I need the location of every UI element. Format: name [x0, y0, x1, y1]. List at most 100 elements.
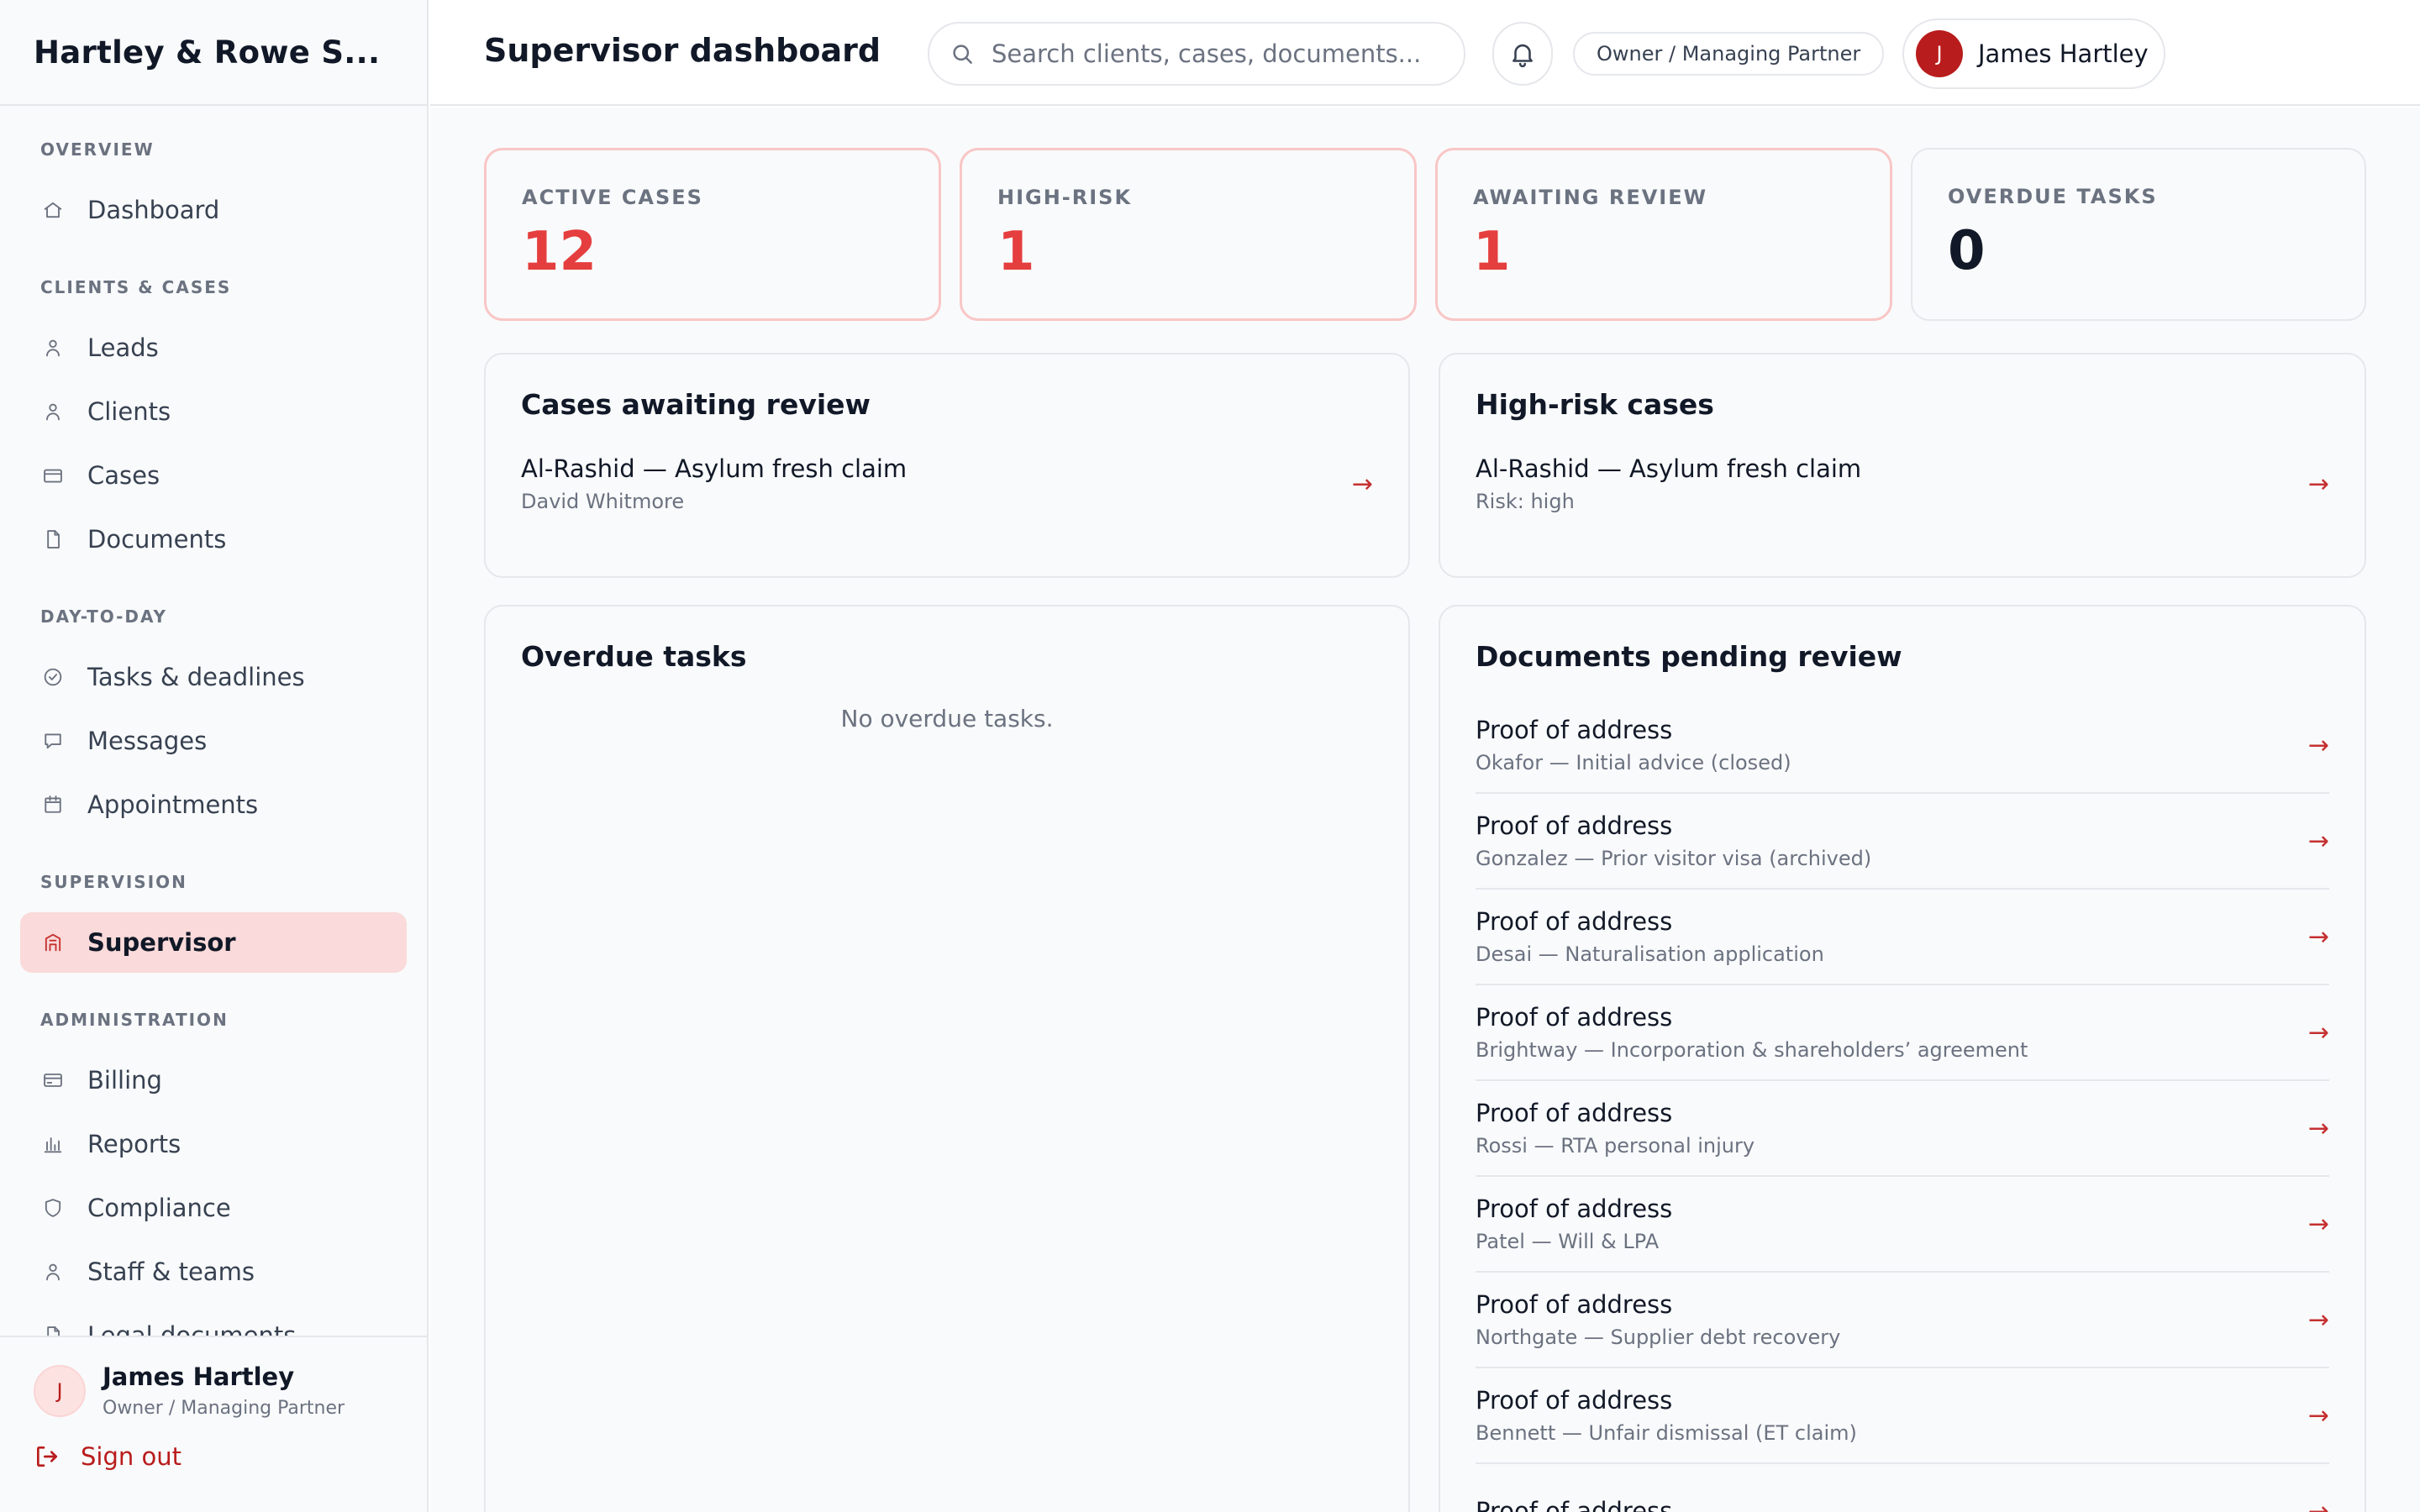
- arrow-right-icon[interactable]: →: [2308, 1497, 2329, 1512]
- search-box[interactable]: [928, 22, 1465, 86]
- list-item-subtitle: Okafor — Initial advice (closed): [1476, 751, 1791, 774]
- list-item[interactable]: Proof of address Northgate — Supplier deb…: [1476, 1273, 2329, 1368]
- sidebar-item-reports[interactable]: Reports: [20, 1114, 407, 1174]
- building-icon: [40, 930, 66, 955]
- sidebar-item-label: Supervisor: [87, 928, 236, 957]
- list-item-title: Proof of address: [1476, 1497, 1673, 1512]
- sidebar-item-clients[interactable]: Clients: [20, 381, 407, 442]
- nav-section-day-to-day: DAY-TO-DAY: [40, 606, 168, 627]
- documents-pending-review-card: Documents pending review Proof of addres…: [1439, 605, 2366, 1512]
- stat-value: 1: [997, 221, 1035, 283]
- list-item[interactable]: Al-Rashid — Asylum fresh claim Risk: high…: [1476, 446, 2329, 522]
- list-item-subtitle: Bennett — Unfair dismissal (ET claim): [1476, 1421, 1857, 1445]
- sidebar-user[interactable]: J James Hartley Owner / Managing Partner: [34, 1362, 393, 1419]
- arrow-right-icon[interactable]: →: [1352, 470, 1373, 499]
- list-item-text: Proof of address Bennett — Unfair dismiss…: [1476, 1386, 1857, 1445]
- sidebar-item-label: Leads: [87, 333, 159, 362]
- avatar: J: [34, 1364, 86, 1417]
- stat-value: 0: [1948, 220, 1986, 282]
- nav-section-overview: OVERVIEW: [40, 139, 155, 160]
- nav-section-clients-cases: CLIENTS & CASES: [40, 277, 232, 297]
- arrow-right-icon[interactable]: →: [2308, 1305, 2329, 1335]
- list-item-subtitle: Gonzalez — Prior visitor visa (archived): [1476, 847, 1872, 870]
- stat-card-awaiting-review[interactable]: AWAITING REVIEW 1: [1435, 148, 1892, 321]
- card-icon: [40, 1068, 66, 1093]
- document-icon: [40, 527, 66, 552]
- arrow-right-icon[interactable]: →: [2308, 922, 2329, 952]
- list-item[interactable]: Proof of address Okafor — Initial advice …: [1476, 698, 2329, 794]
- card-title: Overdue tasks: [521, 640, 747, 673]
- user-name: James Hartley: [1978, 39, 2149, 68]
- stat-card-active-cases[interactable]: ACTIVE CASES 12: [484, 148, 941, 321]
- sidebar-item-label: Documents: [87, 525, 227, 554]
- list-item[interactable]: Proof of address Rossi — RTA personal inj…: [1476, 1081, 2329, 1177]
- sidebar-item-appointments[interactable]: Appointments: [20, 774, 407, 835]
- list-item-text: Proof of address Northgate — Supplier deb…: [1476, 1290, 1840, 1349]
- person-icon: [40, 335, 66, 360]
- list-item-title: Proof of address: [1476, 907, 1673, 936]
- list-item-text: Proof of address Okafor — Initial advice …: [1476, 716, 1791, 774]
- list-item[interactable]: Proof of address Desai — Naturalisation a…: [1476, 890, 2329, 985]
- list-item-title: Proof of address: [1476, 1194, 1673, 1223]
- list-item-title: Proof of address: [1476, 1003, 1673, 1032]
- list-item-title: Proof of address: [1476, 1386, 1673, 1415]
- list-item[interactable]: Proof of address Patel — Will & LPA →: [1476, 1177, 2329, 1273]
- sidebar-item-dashboard[interactable]: Dashboard: [20, 180, 407, 240]
- sidebar-nav: OVERVIEW Dashboard CLIENTS & CASES Leads Cli…: [0, 106, 427, 1336]
- stat-card-high-risk[interactable]: HIGH-RISK 1: [960, 148, 1417, 321]
- sidebar-item-label: Compliance: [87, 1194, 231, 1222]
- nav-section-supervision: SUPERVISION: [40, 872, 187, 892]
- arrow-right-icon[interactable]: →: [2308, 1401, 2329, 1431]
- list-item-title: Al-Rashid — Asylum fresh claim: [521, 454, 908, 483]
- user-menu-button[interactable]: J James Hartley: [1902, 18, 2165, 89]
- arrow-right-icon[interactable]: →: [2308, 1114, 2329, 1143]
- search-input[interactable]: [992, 39, 1445, 68]
- sidebar-item-label: Tasks & deadlines: [87, 663, 305, 691]
- sidebar-item-billing[interactable]: Billing: [20, 1050, 407, 1110]
- avatar: J: [1916, 30, 1963, 77]
- arrow-right-icon[interactable]: →: [2308, 731, 2329, 760]
- list-item[interactable]: Proof of address Gonzalez — Prior visitor…: [1476, 794, 2329, 890]
- sidebar-item-tasks-deadlines[interactable]: Tasks & deadlines: [20, 647, 407, 707]
- home-icon: [40, 197, 66, 223]
- arrow-right-icon[interactable]: →: [2308, 827, 2329, 856]
- list-item-title: Proof of address: [1476, 1290, 1673, 1319]
- stat-card-overdue-tasks[interactable]: OVERDUE TASKS 0: [1911, 148, 2366, 321]
- list-item-subtitle: Risk: high: [1476, 490, 1575, 513]
- list-item[interactable]: Proof of address →: [1476, 1464, 2329, 1512]
- sidebar-item-messages[interactable]: Messages: [20, 711, 407, 771]
- list-item[interactable]: Al-Rashid — Asylum fresh claim David Whit…: [521, 446, 1373, 522]
- arrow-right-icon[interactable]: →: [2308, 470, 2329, 499]
- sidebar-item-staff-teams[interactable]: Staff & teams: [20, 1242, 407, 1302]
- user-name: James Hartley: [103, 1362, 295, 1391]
- arrow-right-icon[interactable]: →: [2308, 1210, 2329, 1239]
- sidebar-item-label: Reports: [87, 1130, 182, 1158]
- sidebar-item-leads[interactable]: Leads: [20, 318, 407, 378]
- sidebar-item-compliance[interactable]: Compliance: [20, 1178, 407, 1238]
- stat-value: 1: [1473, 221, 1511, 283]
- list-item[interactable]: Proof of address Bennett — Unfair dismiss…: [1476, 1368, 2329, 1464]
- sidebar-item-label: Dashboard: [87, 196, 220, 224]
- overdue-tasks-card: Overdue tasks No overdue tasks.: [484, 605, 1410, 1512]
- sidebar-item-label: Appointments: [87, 790, 259, 819]
- list-item[interactable]: Proof of address Brightway — Incorporatio…: [1476, 985, 2329, 1081]
- sidebar-footer: J James Hartley Owner / Managing Partner…: [0, 1336, 427, 1512]
- sidebar-item-cases[interactable]: Cases: [20, 445, 407, 506]
- stat-label: OVERDUE TASKS: [1948, 185, 2158, 208]
- sidebar-item-supervisor[interactable]: Supervisor: [20, 912, 407, 973]
- list-item-text: Proof of address Rossi — RTA personal inj…: [1476, 1099, 1754, 1158]
- list-item-subtitle: Patel — Will & LPA: [1476, 1230, 1660, 1253]
- sidebar-item-documents[interactable]: Documents: [20, 509, 407, 570]
- notifications-button[interactable]: [1492, 22, 1553, 86]
- sign-out-button[interactable]: Sign out: [34, 1442, 393, 1471]
- card-title: Cases awaiting review: [521, 388, 871, 421]
- sidebar-item-label: Messages: [87, 727, 208, 755]
- high-risk-cases-card: High-risk cases Al-Rashid — Asylum fresh…: [1439, 353, 2366, 578]
- list-item-text: Proof of address: [1476, 1497, 1672, 1512]
- arrow-right-icon[interactable]: →: [2308, 1018, 2329, 1047]
- stat-label: ACTIVE CASES: [522, 186, 703, 209]
- sidebar: Hartley & Rowe S... OVERVIEW Dashboard CLI…: [0, 0, 429, 1512]
- card-title: Documents pending review: [1476, 640, 1902, 673]
- list-item-text: Al-Rashid — Asylum fresh claim Risk: high: [1476, 454, 1861, 513]
- sidebar-item-legal-documents[interactable]: Legal documents: [20, 1305, 407, 1336]
